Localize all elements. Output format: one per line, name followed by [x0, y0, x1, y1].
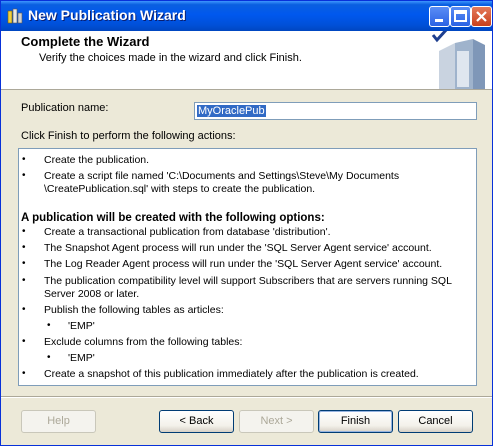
bullet: • [22, 368, 26, 379]
bullet: • [22, 275, 26, 286]
back-button[interactable]: < Back [159, 410, 234, 433]
bullet: • [22, 242, 26, 253]
wizard-header: Complete the Wizard Verify the choices m… [1, 31, 492, 90]
footer-separator [1, 396, 492, 398]
maximize-icon [454, 10, 467, 22]
option-line: Create a transactional publication from … [44, 226, 331, 238]
table-name: 'EMP' [68, 352, 95, 364]
bullet: • [22, 154, 26, 165]
help-button[interactable]: Help [21, 410, 96, 433]
sql-server-icon [7, 8, 23, 24]
option-line: The Log Reader Agent process will run un… [44, 258, 443, 270]
publication-name-field[interactable]: MyOraclePub [194, 102, 477, 120]
finish-button[interactable]: Finish [318, 410, 393, 433]
action-line: \CreatePublication.sql' with steps to cr… [44, 183, 316, 195]
maximize-button[interactable] [450, 6, 471, 27]
cancel-button[interactable]: Cancel [398, 410, 473, 433]
publication-name-label: Publication name: [21, 102, 109, 114]
option-line: Server 2008 or later. [44, 288, 140, 300]
minimize-icon [435, 19, 443, 22]
wizard-books-icon [421, 31, 492, 89]
sub-bullet: • [47, 352, 51, 363]
close-button[interactable] [471, 6, 492, 27]
table-name: 'EMP' [68, 320, 95, 332]
actions-intro: Click Finish to perform the following ac… [21, 130, 236, 142]
option-line: Create a snapshot of this publication im… [44, 368, 419, 380]
page-subtitle: Verify the choices made in the wizard an… [39, 52, 302, 64]
bullet: • [22, 258, 26, 269]
window-title: New Publication Wizard [28, 7, 186, 23]
bullet: • [22, 226, 26, 237]
publication-name-value: MyOraclePub [197, 105, 266, 117]
wizard-window: New Publication Wizard Complete the Wiza… [0, 0, 493, 446]
option-line: Publish the following tables as articles… [44, 304, 224, 316]
actions-summary-box[interactable]: • Create the publication. • Create a scr… [18, 148, 477, 386]
title-bar[interactable]: New Publication Wizard [1, 1, 492, 31]
minimize-button[interactable] [429, 6, 450, 27]
option-line: The publication compatibility level will… [44, 275, 452, 287]
sub-bullet: • [47, 320, 51, 331]
option-line: The Snapshot Agent process will run unde… [44, 242, 432, 254]
option-line: Exclude columns from the following table… [44, 336, 243, 348]
options-heading: A publication will be created with the f… [21, 212, 325, 224]
action-line: Create the publication. [44, 154, 150, 166]
close-icon [476, 11, 487, 22]
next-button[interactable]: Next > [239, 410, 314, 433]
bullet: • [22, 336, 26, 347]
page-title: Complete the Wizard [21, 34, 150, 49]
action-line: Create a script file named 'C:\Documents… [44, 170, 400, 182]
bullet: • [22, 304, 26, 315]
bullet: • [22, 170, 26, 181]
